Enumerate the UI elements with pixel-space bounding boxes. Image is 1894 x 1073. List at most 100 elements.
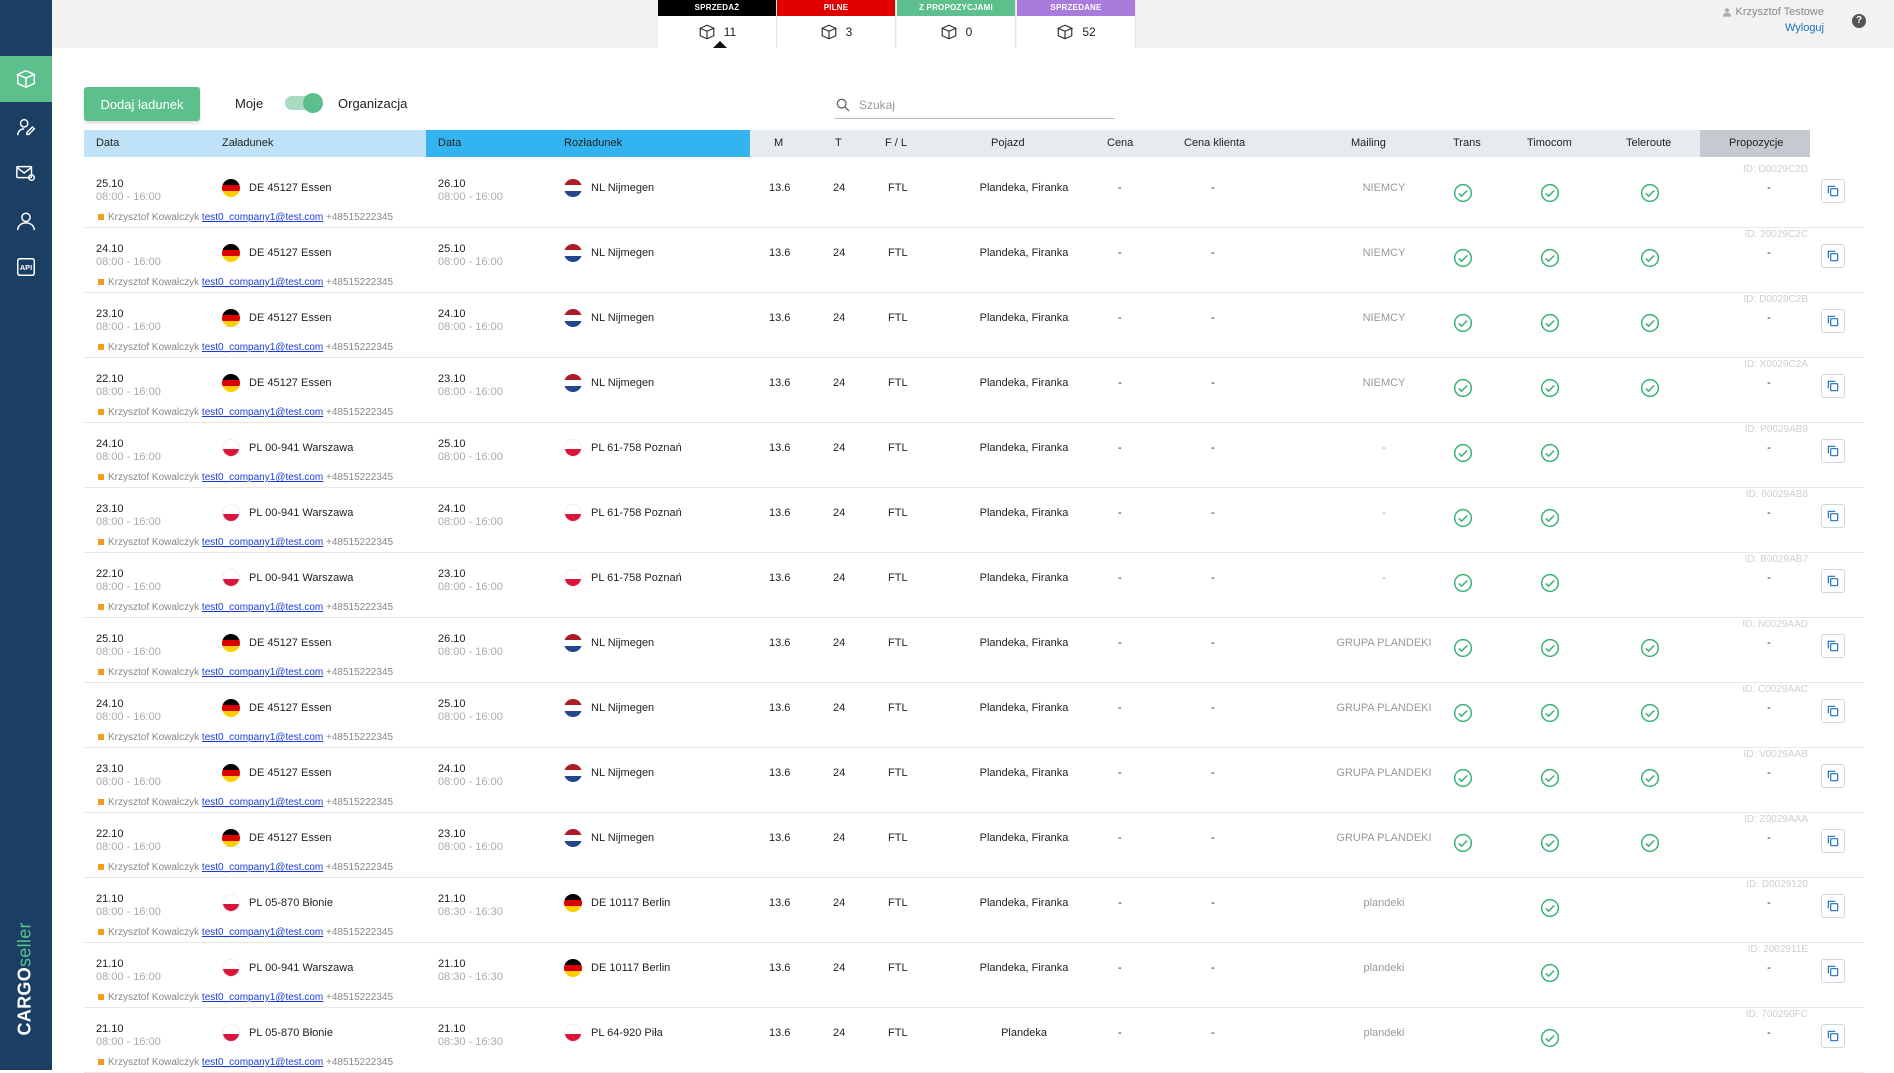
copy-button[interactable] [1821,764,1845,788]
check-circle-icon[interactable] [1453,313,1473,333]
sidebar-item-mailing[interactable] [0,150,52,196]
contact-email-link[interactable]: test0_company1@test.com [202,277,323,288]
col-mailing[interactable]: Mailing [1351,130,1386,157]
contact-email-link[interactable]: test0_company1@test.com [202,602,323,613]
contact-email-link[interactable]: test0_company1@test.com [202,927,323,938]
col-proposals[interactable]: Propozycje [1729,130,1783,157]
contact-email-link[interactable]: test0_company1@test.com [202,537,323,548]
status-tab-1[interactable]: PILNE 3 [777,0,896,48]
contact-email-link[interactable]: test0_company1@test.com [202,667,323,678]
table-row[interactable]: 22.10 08:00 - 16:00 DE 45127 Essen 23.10 08:… [84,813,1864,878]
status-tab-0[interactable]: SPRZEDAŻ 11 [658,0,777,48]
col-unload-date[interactable]: Data [438,130,461,157]
check-circle-icon[interactable] [1640,768,1660,788]
table-row[interactable]: 24.10 08:00 - 16:00 DE 45127 Essen 25.10 08:… [84,683,1864,748]
copy-button[interactable] [1821,569,1845,593]
check-circle-icon[interactable] [1640,833,1660,853]
sidebar-item-profile[interactable] [0,198,52,244]
table-row[interactable]: 24.10 08:00 - 16:00 DE 45127 Essen 25.10 08:… [84,228,1864,293]
contact-email-link[interactable]: test0_company1@test.com [202,732,323,743]
copy-button[interactable] [1821,439,1845,463]
check-circle-icon[interactable] [1540,573,1560,593]
contact-email-link[interactable]: test0_company1@test.com [202,407,323,418]
check-circle-icon[interactable] [1453,443,1473,463]
col-timocom[interactable]: Timocom [1527,130,1572,157]
check-circle-icon[interactable] [1540,1028,1560,1048]
scope-toggle[interactable] [285,93,323,113]
check-circle-icon[interactable] [1640,703,1660,723]
table-row[interactable]: 23.10 08:00 - 16:00 PL 00-941 Warszawa 24.1… [84,488,1864,553]
copy-button[interactable] [1821,829,1845,853]
copy-button[interactable] [1821,309,1845,333]
status-tab-2[interactable]: Z PROPOZYCJAMI 0 [897,0,1016,48]
col-price[interactable]: Cena [1107,130,1133,157]
table-row[interactable]: 25.10 08:00 - 16:00 DE 45127 Essen 26.10 08:… [84,163,1864,228]
copy-button[interactable] [1821,959,1845,983]
check-circle-icon[interactable] [1453,768,1473,788]
table-row[interactable]: 22.10 08:00 - 16:00 DE 45127 Essen 23.10 08:… [84,358,1864,423]
copy-button[interactable] [1821,244,1845,268]
contact-email-link[interactable]: test0_company1@test.com [202,342,323,353]
check-circle-icon[interactable] [1540,508,1560,528]
copy-button[interactable] [1821,634,1845,658]
check-circle-icon[interactable] [1540,963,1560,983]
table-row[interactable]: 23.10 08:00 - 16:00 DE 45127 Essen 24.10 08:… [84,293,1864,358]
sidebar-item-api[interactable]: API [0,244,52,290]
status-tab-3[interactable]: SPRZEDANE 52 [1017,0,1136,48]
check-circle-icon[interactable] [1540,703,1560,723]
copy-button[interactable] [1821,1024,1845,1048]
contact-email-link[interactable]: test0_company1@test.com [202,992,323,1003]
check-circle-icon[interactable] [1453,573,1473,593]
check-circle-icon[interactable] [1453,638,1473,658]
contact-email-link[interactable]: test0_company1@test.com [202,1057,323,1068]
check-circle-icon[interactable] [1540,638,1560,658]
col-load-place[interactable]: Załadunek [222,130,273,157]
check-circle-icon[interactable] [1640,313,1660,333]
table-row[interactable]: 21.10 08:00 - 16:00 PL 05-870 Błonie 21.10 0… [84,878,1864,943]
contact-email-link[interactable]: test0_company1@test.com [202,472,323,483]
table-row[interactable]: 24.10 08:00 - 16:00 PL 00-941 Warszawa 25.1… [84,423,1864,488]
logout-link[interactable]: Wyloguj [1722,22,1824,34]
check-circle-icon[interactable] [1453,833,1473,853]
check-circle-icon[interactable] [1453,508,1473,528]
col-fl[interactable]: F / L [885,130,907,157]
col-load-date[interactable]: Data [96,130,119,157]
check-circle-icon[interactable] [1640,248,1660,268]
check-circle-icon[interactable] [1540,313,1560,333]
add-load-button[interactable]: Dodaj ładunek [84,87,200,121]
sidebar-item-contacts[interactable] [0,104,52,150]
col-trans[interactable]: Trans [1453,130,1481,157]
check-circle-icon[interactable] [1540,833,1560,853]
col-unload-place[interactable]: Rozładunek [564,130,622,157]
check-circle-icon[interactable] [1453,703,1473,723]
check-circle-icon[interactable] [1640,378,1660,398]
table-row[interactable]: 25.10 08:00 - 16:00 DE 45127 Essen 26.10 08:… [84,618,1864,683]
copy-button[interactable] [1821,504,1845,528]
copy-button[interactable] [1821,699,1845,723]
check-circle-icon[interactable] [1540,898,1560,918]
check-circle-icon[interactable] [1453,248,1473,268]
check-circle-icon[interactable] [1640,183,1660,203]
search-input[interactable]: Szukaj [835,92,1115,119]
contact-email-link[interactable]: test0_company1@test.com [202,212,323,223]
col-vehicle[interactable]: Pojazd [991,130,1025,157]
table-row[interactable]: 23.10 08:00 - 16:00 DE 45127 Essen 24.10 08:… [84,748,1864,813]
check-circle-icon[interactable] [1540,443,1560,463]
check-circle-icon[interactable] [1540,248,1560,268]
check-circle-icon[interactable] [1640,638,1660,658]
copy-button[interactable] [1821,179,1845,203]
check-circle-icon[interactable] [1540,183,1560,203]
sidebar-item-loads[interactable] [0,56,52,102]
copy-button[interactable] [1821,374,1845,398]
copy-button[interactable] [1821,894,1845,918]
help-icon[interactable]: ? [1852,14,1866,28]
contact-email-link[interactable]: test0_company1@test.com [202,797,323,808]
table-row[interactable]: 21.10 08:00 - 16:00 PL 05-870 Błonie 21.10 0… [84,1008,1864,1073]
check-circle-icon[interactable] [1540,768,1560,788]
col-m[interactable]: M [774,130,783,157]
table-row[interactable]: 22.10 08:00 - 16:00 PL 00-941 Warszawa 23.1… [84,553,1864,618]
contact-email-link[interactable]: test0_company1@test.com [202,862,323,873]
col-t[interactable]: T [835,130,842,157]
check-circle-icon[interactable] [1540,378,1560,398]
col-client-price[interactable]: Cena klienta [1184,130,1245,157]
